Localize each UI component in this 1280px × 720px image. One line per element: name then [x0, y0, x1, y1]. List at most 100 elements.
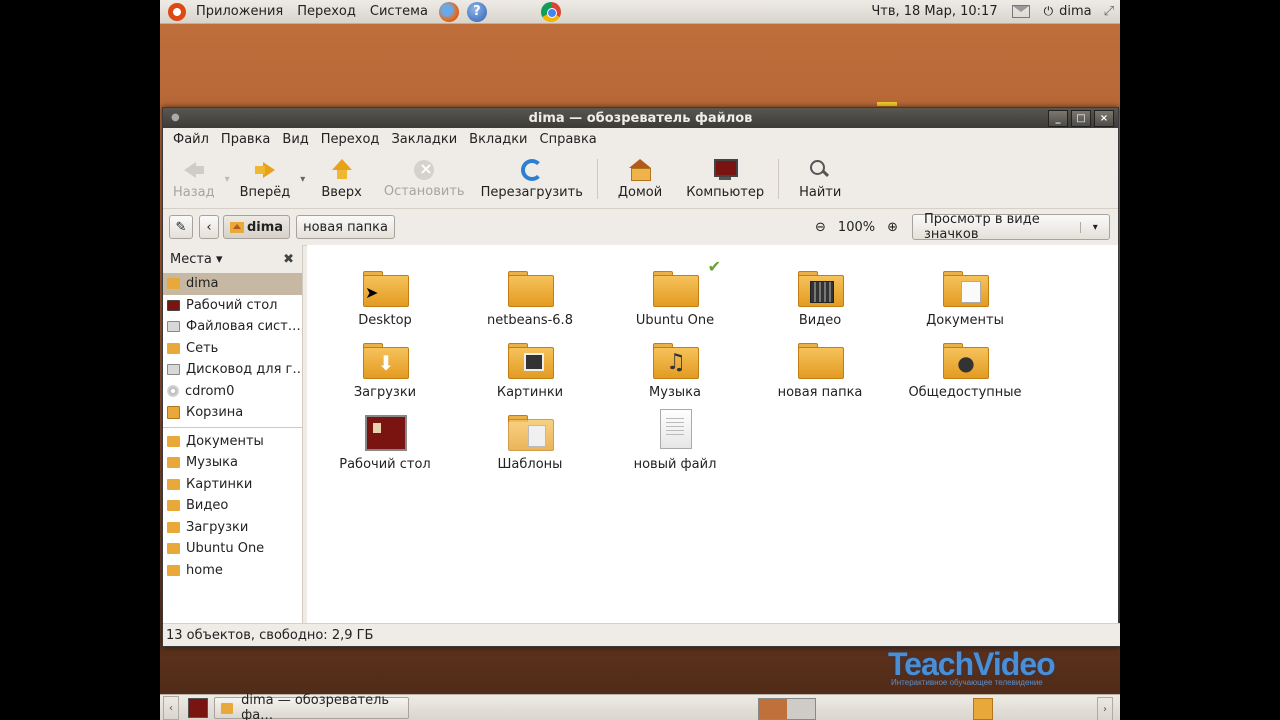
sidebar-item-downloads[interactable]: Загрузки — [163, 517, 302, 539]
panel-scroll-right-icon[interactable]: › — [1097, 697, 1113, 720]
forward-history-chevron-icon[interactable]: ▾ — [298, 174, 307, 185]
menu-view[interactable]: Вид — [276, 132, 314, 147]
sidebar-item-label: Корзина — [186, 405, 244, 421]
home-button[interactable]: Домой — [604, 152, 678, 206]
breadcrumb-home[interactable]: dima — [223, 215, 291, 239]
reload-icon — [520, 158, 543, 181]
menu-applications[interactable]: Приложения — [189, 4, 290, 19]
file-item-music[interactable]: ♫ Музыка — [605, 341, 745, 400]
sidebar-header: Места ▾ ✖ — [163, 245, 302, 273]
menu-system[interactable]: Система — [363, 4, 435, 19]
sidebar-item-home[interactable]: dima — [163, 273, 302, 295]
sidebar-item-cdrom[interactable]: cdrom0 — [163, 381, 302, 403]
sidebar-item-label: Картинки — [186, 476, 253, 492]
zoom-level[interactable]: 100% — [832, 220, 881, 235]
workspace-switcher[interactable] — [758, 698, 816, 720]
view-mode-select[interactable]: Просмотр в виде значков ▾ — [912, 212, 1110, 242]
folder-icon — [167, 500, 180, 512]
file-item-downloads[interactable]: ⬇ Загрузки — [315, 341, 455, 400]
stop-icon — [414, 159, 435, 180]
sidebar-item-label: dima — [186, 276, 219, 292]
ubuntu-logo-icon[interactable] — [168, 2, 186, 21]
sidebar-item-ubuntu-one[interactable]: Ubuntu One — [163, 538, 302, 560]
file-item-desktop-ru[interactable]: Рабочий стол — [315, 413, 455, 472]
menu-edit[interactable]: Правка — [215, 132, 276, 147]
sidebar-item-label: Сеть — [186, 340, 219, 356]
panel-scroll-left-icon[interactable]: ‹ — [163, 696, 179, 720]
file-item-pictures[interactable]: Картинки — [460, 341, 600, 400]
window-menu-icon[interactable]: ● — [171, 112, 180, 123]
file-item-documents[interactable]: Документы — [895, 269, 1035, 328]
sidebar-pane-selector[interactable]: Места ▾ — [170, 252, 223, 267]
minimize-button[interactable]: _ — [1048, 110, 1068, 127]
menu-places[interactable]: Переход — [290, 4, 363, 19]
file-label: новый файл — [633, 457, 717, 472]
sidebar-item-trash[interactable]: Корзина — [163, 402, 302, 424]
sidebar-item-music[interactable]: Музыка — [163, 452, 302, 474]
back-arrow-icon — [182, 159, 206, 181]
sidebar-item-home-dir[interactable]: home — [163, 560, 302, 582]
network-icon[interactable]: ⤢ — [1098, 4, 1120, 19]
file-item-ubuntu-one[interactable]: ✔ Ubuntu One — [605, 257, 745, 328]
computer-button[interactable]: Компьютер — [678, 152, 772, 206]
chrome-icon[interactable] — [540, 1, 561, 22]
mail-icon[interactable] — [1011, 5, 1030, 18]
maximize-button[interactable]: □ — [1071, 110, 1091, 127]
back-button[interactable]: Назад — [165, 152, 223, 206]
edit-location-button[interactable]: ✎ — [169, 215, 193, 239]
back-label: Назад — [173, 184, 215, 200]
back-history-chevron-icon[interactable]: ▾ — [223, 174, 232, 185]
workspace-1[interactable] — [759, 699, 787, 719]
menu-file[interactable]: Файл — [167, 132, 215, 147]
menu-tabs[interactable]: Вкладки — [463, 132, 533, 147]
reload-button[interactable]: Перезагрузить — [473, 152, 591, 206]
file-item-new-folder[interactable]: новая папка — [750, 341, 890, 400]
forward-button[interactable]: Вперёд — [232, 152, 299, 206]
menu-go[interactable]: Переход — [315, 132, 386, 147]
file-item-netbeans[interactable]: netbeans-6.8 — [460, 269, 600, 328]
file-label: Рабочий стол — [339, 457, 431, 472]
breadcrumb-new-folder[interactable]: новая папка — [296, 215, 395, 239]
trash-icon[interactable] — [973, 698, 993, 720]
stop-button[interactable]: Остановить — [376, 152, 473, 206]
file-item-videos[interactable]: Видео — [750, 269, 890, 328]
sidebar-close-icon[interactable]: ✖ — [283, 252, 294, 267]
clock[interactable]: Чтв, 18 Мар, 10:17 — [865, 4, 1003, 19]
file-item-public[interactable]: ● Общедоступные — [895, 341, 1035, 400]
breadcrumb-scroll-left-button[interactable]: ‹ — [199, 215, 219, 239]
zoom-in-icon[interactable]: ⊕ — [881, 220, 904, 235]
sidebar-item-pictures[interactable]: Картинки — [163, 474, 302, 496]
folder-icon — [943, 269, 989, 307]
show-desktop-icon[interactable] — [188, 698, 208, 718]
zoom-out-icon[interactable]: ⊖ — [809, 220, 832, 235]
breadcrumb-new-folder-label: новая папка — [303, 219, 388, 235]
find-button[interactable]: Найти — [785, 152, 855, 206]
search-icon — [808, 159, 832, 181]
file-view[interactable]: Desktop netbeans-6.8 ✔ Ubuntu One Видео … — [307, 245, 1118, 623]
power-icon[interactable]: ⏻ — [1038, 4, 1060, 19]
file-item-new-file[interactable]: новый файл — [605, 409, 745, 472]
workspace-2[interactable] — [787, 699, 815, 719]
firefox-icon[interactable] — [438, 1, 459, 22]
sidebar-item-filesystem[interactable]: Файловая сист… — [163, 316, 302, 338]
file-item-templates[interactable]: Шаблоны — [460, 413, 600, 472]
toolbar-separator — [596, 159, 598, 199]
menu-help[interactable]: Справка — [534, 132, 603, 147]
menu-bookmarks[interactable]: Закладки — [385, 132, 463, 147]
close-button[interactable]: × — [1094, 110, 1114, 127]
taskbar-item-file-browser[interactable]: dima — обозреватель фа… — [214, 693, 409, 720]
sidebar-item-videos[interactable]: Видео — [163, 495, 302, 517]
user-name[interactable]: dima — [1059, 4, 1098, 19]
up-button[interactable]: Вверх — [307, 152, 376, 206]
window-titlebar[interactable]: ● dima — обозреватель файлов _ □ × — [163, 108, 1118, 128]
film-icon — [810, 281, 834, 303]
help-icon[interactable]: ? — [466, 1, 487, 22]
file-item-desktop[interactable]: Desktop — [315, 269, 455, 328]
person-icon: ● — [957, 351, 975, 375]
trash-icon — [167, 406, 180, 420]
sidebar-item-desktop[interactable]: Рабочий стол — [163, 295, 302, 317]
sidebar-item-network[interactable]: Сеть — [163, 338, 302, 360]
window-title: dima — обозреватель файлов — [528, 110, 753, 126]
sidebar-item-documents[interactable]: Документы — [163, 431, 302, 453]
sidebar-item-floppy[interactable]: Дисковод для г… — [163, 359, 302, 381]
